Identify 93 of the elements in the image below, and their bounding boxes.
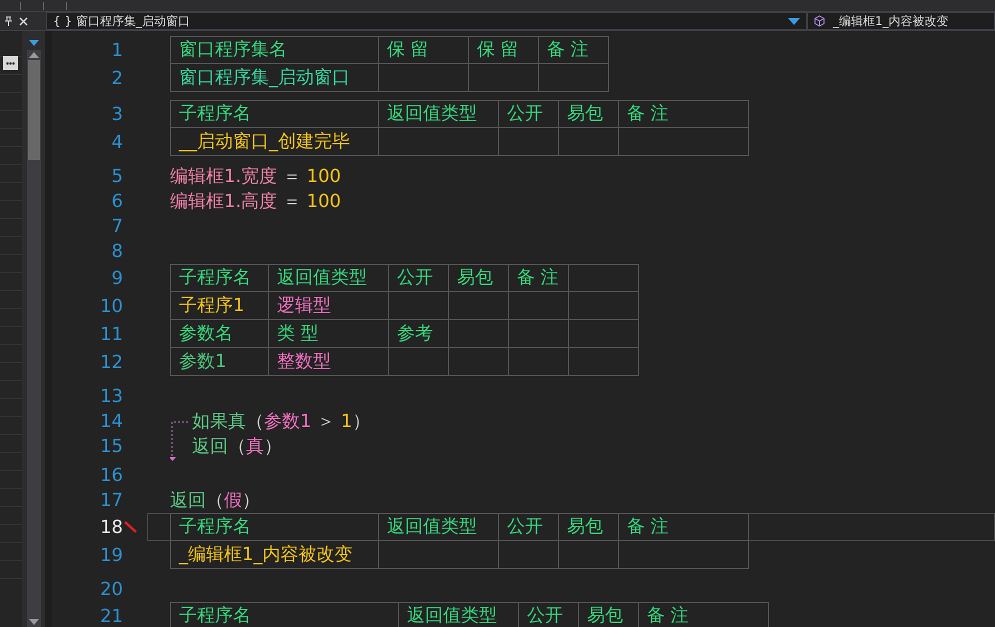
table-cell: 整数型 bbox=[269, 348, 389, 376]
table-cell: 公开 bbox=[499, 513, 559, 541]
table-cell: 返回值类型 bbox=[269, 264, 389, 292]
table-cell bbox=[449, 320, 509, 348]
table-cell: 子程序名 bbox=[170, 264, 269, 292]
table-cell: 逻辑型 bbox=[269, 292, 389, 320]
table-cell: 子程序名 bbox=[170, 513, 379, 541]
table-cell bbox=[569, 348, 639, 376]
scroll-down-icon[interactable] bbox=[28, 619, 38, 625]
table-cell: 公开 bbox=[389, 264, 449, 292]
table-cell: 子程序名 bbox=[170, 602, 399, 627]
table-cell bbox=[499, 541, 559, 569]
cube-icon bbox=[814, 15, 825, 27]
scroll-up-icon[interactable] bbox=[28, 52, 38, 58]
table-cell bbox=[559, 128, 619, 156]
code-line: 编辑框1.宽度 ＝ 100 bbox=[170, 166, 341, 187]
table-cell: 参考 bbox=[389, 320, 449, 348]
table-cell: 备 注 bbox=[619, 100, 749, 128]
line-number: 4 bbox=[112, 130, 123, 154]
line-number: 11 bbox=[100, 322, 123, 346]
table-cell bbox=[469, 64, 539, 92]
code-editor[interactable] bbox=[52, 31, 995, 627]
table-cell: 备 注 bbox=[509, 264, 569, 292]
line-number: 14 bbox=[100, 410, 123, 434]
class-dropdown[interactable]: { } 窗口程序集_启动窗口 bbox=[46, 12, 807, 30]
table-cell: __启动窗口_创建完毕 bbox=[170, 128, 379, 156]
table-cell bbox=[539, 64, 609, 92]
code-line: 返回（假） bbox=[170, 490, 260, 511]
method-dropdown[interactable]: _编辑框1_内容被改变 bbox=[807, 12, 995, 30]
table-cell bbox=[569, 320, 639, 348]
line-number: 21 bbox=[100, 604, 123, 627]
table-cell: 参数1 bbox=[170, 348, 269, 376]
table-cell bbox=[449, 292, 509, 320]
table-cell bbox=[389, 292, 449, 320]
table-cell bbox=[509, 320, 569, 348]
table-cell: 返回值类型 bbox=[379, 513, 499, 541]
line-number: 1 bbox=[112, 38, 123, 62]
table-cell: 窗口程序集_启动窗口 bbox=[170, 64, 379, 92]
line-number: 9 bbox=[112, 266, 123, 290]
table-cell: 备 注 bbox=[639, 602, 769, 627]
table-cell: 公开 bbox=[499, 100, 559, 128]
table-cell: 子程序名 bbox=[170, 100, 379, 128]
line-number: 16 bbox=[100, 464, 123, 488]
collapse-caret-icon[interactable] bbox=[28, 40, 38, 46]
scrollbar[interactable] bbox=[26, 50, 40, 627]
table-cell: 易包 bbox=[449, 264, 509, 292]
line-number: 13 bbox=[100, 385, 123, 409]
table-cell bbox=[499, 128, 559, 156]
table-cell bbox=[389, 348, 449, 376]
code-line: 返回（真） bbox=[192, 435, 282, 459]
code-line: 编辑框1.高度 ＝ 100 bbox=[170, 191, 341, 212]
line-number: 15 bbox=[100, 435, 123, 459]
table-cell: 保 留 bbox=[469, 36, 539, 64]
dropdown-caret-icon bbox=[788, 18, 800, 24]
table-cell: 备 注 bbox=[539, 36, 609, 64]
ellipsis-icon bbox=[6, 62, 15, 64]
table-cell: 窗口程序集名 bbox=[170, 36, 379, 64]
table-cell: 类 型 bbox=[269, 320, 389, 348]
table-cell: 子程序1 bbox=[170, 292, 269, 320]
table-cell bbox=[509, 292, 569, 320]
table-cell: 易包 bbox=[579, 602, 639, 627]
line-number: 17 bbox=[100, 489, 123, 513]
table-cell bbox=[569, 264, 639, 292]
table-cell: 易包 bbox=[559, 513, 619, 541]
line-number: 18 bbox=[100, 516, 123, 540]
table-cell: 返回值类型 bbox=[399, 602, 519, 627]
close-icon[interactable] bbox=[19, 16, 28, 26]
line-number: 20 bbox=[100, 578, 123, 602]
line-number: 19 bbox=[100, 544, 123, 568]
table-cell bbox=[509, 348, 569, 376]
code-line: 如果真（参数1 ＞ 1） bbox=[192, 410, 370, 434]
more-button[interactable] bbox=[3, 56, 18, 70]
table-cell: 保 留 bbox=[379, 36, 469, 64]
line-number: 2 bbox=[112, 66, 123, 90]
table-cell bbox=[559, 541, 619, 569]
line-number: 3 bbox=[112, 102, 123, 126]
table-cell bbox=[569, 292, 639, 320]
line-number: 6 bbox=[112, 190, 123, 214]
line-number: 7 bbox=[112, 215, 123, 239]
table-cell: 返回值类型 bbox=[379, 100, 499, 128]
table-cell: 参数名 bbox=[170, 320, 269, 348]
table-cell: _编辑框1_内容被改变 bbox=[170, 541, 379, 569]
table-cell bbox=[449, 348, 509, 376]
line-number: 12 bbox=[100, 350, 123, 374]
scrollbar-thumb[interactable] bbox=[28, 60, 40, 160]
line-number: 8 bbox=[112, 240, 123, 264]
table-cell: 易包 bbox=[559, 100, 619, 128]
pin-icon[interactable] bbox=[4, 16, 13, 26]
flow-arrow-icon bbox=[170, 421, 190, 463]
table-cell: 公开 bbox=[519, 602, 579, 627]
line-number: 5 bbox=[112, 165, 123, 189]
line-number: 10 bbox=[100, 294, 123, 318]
table-cell: 备 注 bbox=[619, 513, 749, 541]
